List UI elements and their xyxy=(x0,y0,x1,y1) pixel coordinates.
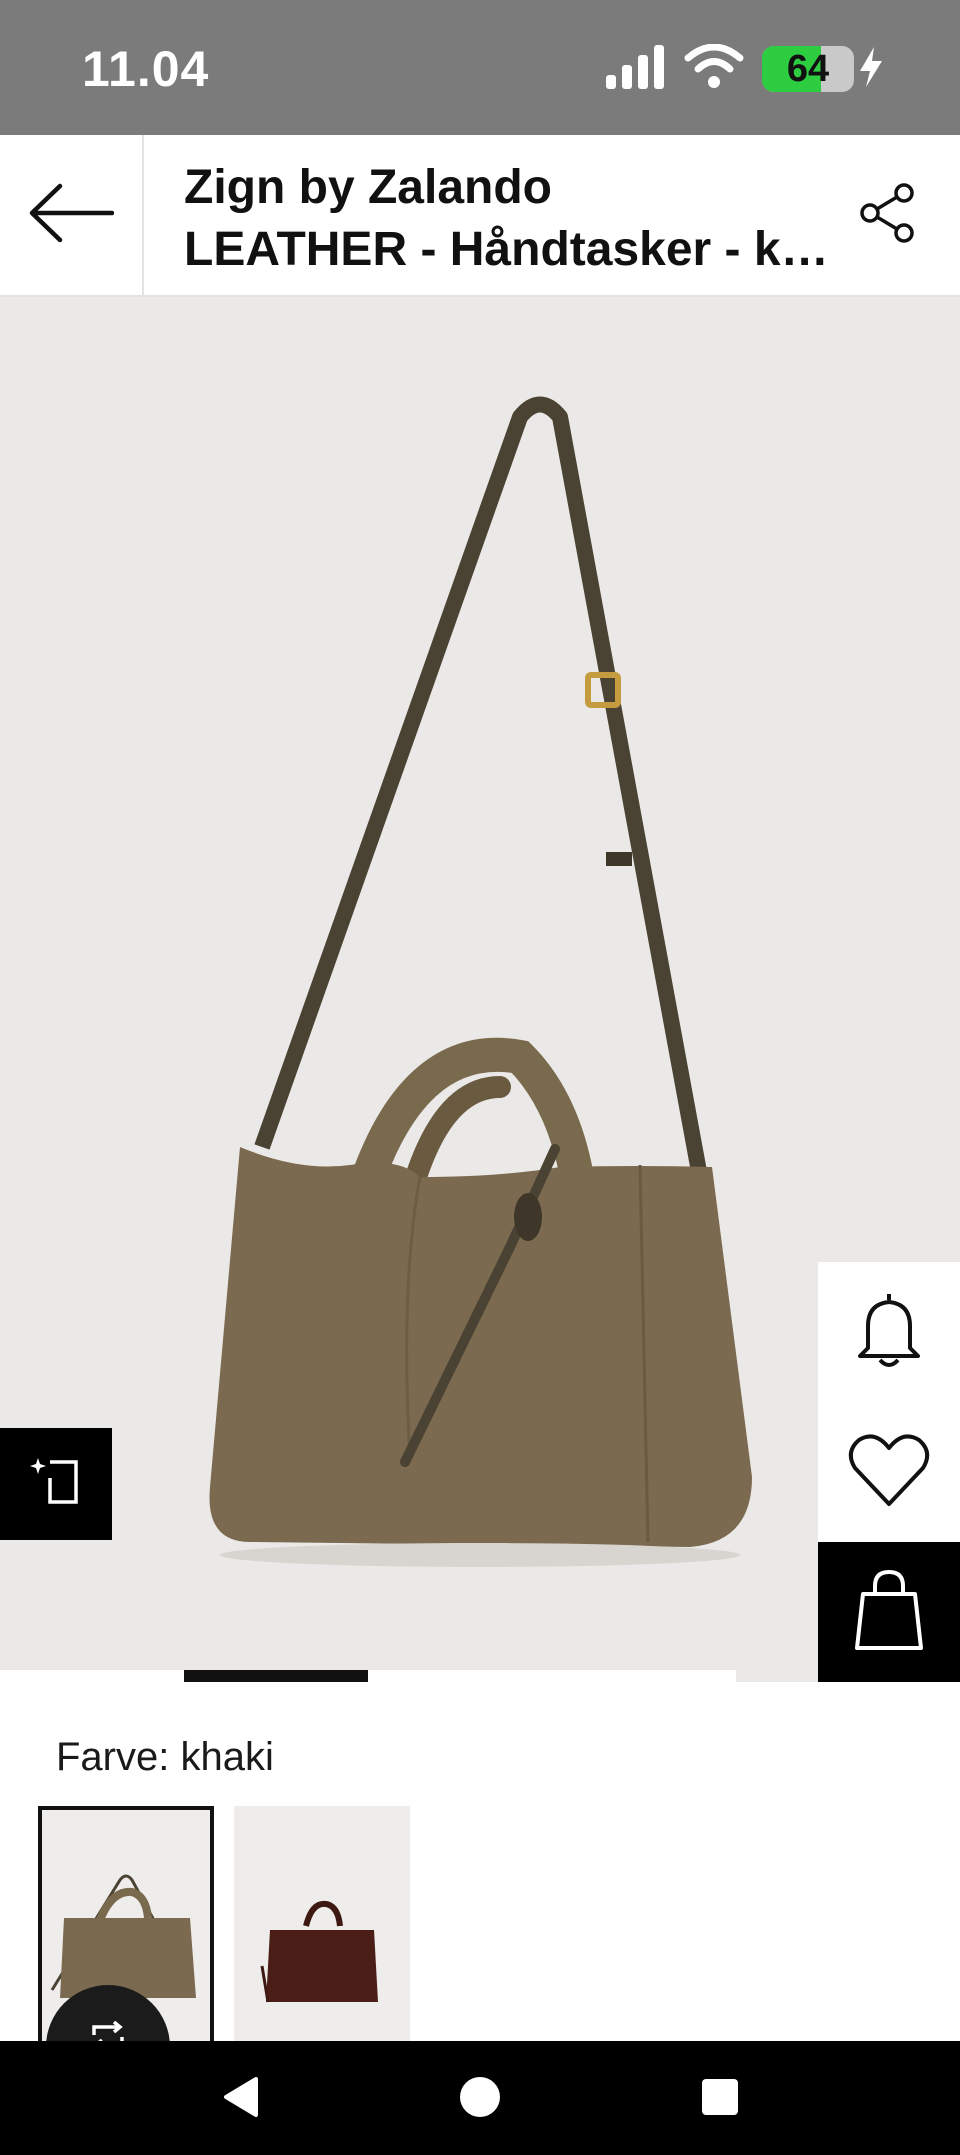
signal-icon xyxy=(604,44,666,94)
compare-button[interactable] xyxy=(0,1428,112,1540)
bell-icon xyxy=(854,1290,924,1375)
page-title: Zign by Zalando LEATHER - Håndtasker - k… xyxy=(184,157,844,281)
nav-back-button[interactable] xyxy=(210,2069,270,2129)
wishlist-button[interactable] xyxy=(818,1402,960,1542)
brand-name: Zign by Zalando xyxy=(184,161,552,214)
add-to-bag-button[interactable] xyxy=(818,1542,960,1682)
shopping-bag-icon xyxy=(851,1568,927,1657)
swatch-dark-brown-image xyxy=(260,1900,378,2003)
status-icons: 64 xyxy=(604,43,884,95)
nav-home-button[interactable] xyxy=(450,2069,510,2129)
color-swatch-dark-brown[interactable] xyxy=(234,1806,410,2046)
nav-recents-button[interactable] xyxy=(690,2069,750,2129)
product-name: LEATHER - Håndtasker - khaki xyxy=(184,223,844,276)
nav-recents-icon xyxy=(700,2077,740,2122)
status-bar: 11.04 64 xyxy=(0,0,960,135)
gallery-indicator-active xyxy=(184,1670,368,1682)
nav-home-icon xyxy=(458,2075,502,2124)
status-time: 11.04 xyxy=(82,41,210,97)
notify-button[interactable] xyxy=(818,1262,960,1402)
product-image[interactable] xyxy=(0,297,960,1682)
color-label: Farve: khaki xyxy=(56,1735,274,1779)
product-header: Zign by Zalando LEATHER - Håndtasker - k… xyxy=(0,135,960,297)
battery-icon: 64 xyxy=(762,46,854,92)
nav-back-icon xyxy=(220,2075,260,2124)
compare-icon xyxy=(28,1454,84,1515)
share-button[interactable] xyxy=(856,182,920,248)
system-nav-bar xyxy=(0,2041,960,2155)
battery-level: 64 xyxy=(786,47,830,90)
share-icon xyxy=(858,182,918,248)
gallery-indicator xyxy=(0,1670,736,1682)
bag-illustration xyxy=(209,396,752,1567)
arrow-left-icon xyxy=(28,182,115,249)
back-button[interactable] xyxy=(0,135,144,295)
wifi-icon xyxy=(684,43,744,95)
side-actions xyxy=(818,1262,960,1682)
charging-icon xyxy=(858,45,884,94)
heart-icon xyxy=(847,1432,931,1513)
